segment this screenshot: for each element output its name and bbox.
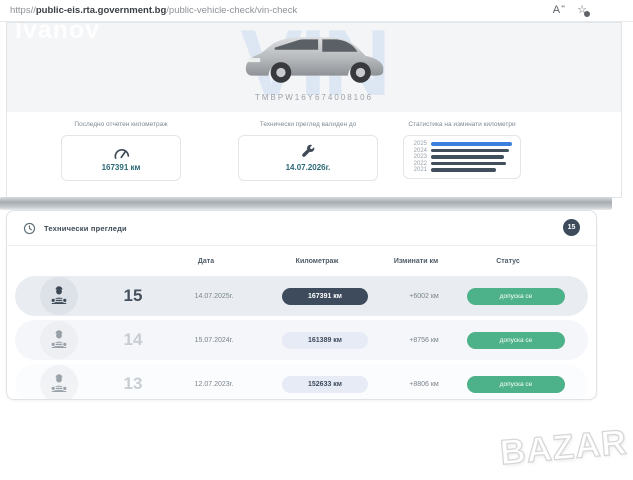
table-row[interactable]: 14 15.07.2024г. 161389 км +8756 км допус… [15, 320, 588, 360]
table-header-row: Дата Километраж Изминати км Статус [7, 246, 596, 276]
status-badge: допуска се [467, 376, 565, 393]
section-divider-band [0, 197, 612, 210]
bazar-watermark: BAZAR [498, 423, 628, 474]
table-row[interactable]: 15 14.07.2025г. 167391 км +6002 км допус… [15, 276, 588, 316]
clock-icon [23, 222, 36, 235]
chart-row: 2023 [412, 154, 512, 160]
inspection-count-badge: 15 [563, 219, 580, 236]
odometer-card: 167391 км [61, 135, 181, 181]
chart-bar [431, 149, 509, 153]
distance-value: +8806 км [391, 381, 457, 388]
read-aloud-icon[interactable]: A❜❜ [553, 4, 560, 17]
section-title: Технически прегледи [44, 224, 127, 233]
url-text[interactable]: https//public-eis.rta.government.bg/publ… [10, 5, 297, 16]
inspection-date: 12.07.2023г. [169, 381, 259, 388]
distance-value: +6002 км [391, 293, 457, 300]
chart-year-label: 2021 [412, 167, 427, 173]
status-badge: допуска се [467, 288, 565, 305]
mechanic-icon [47, 328, 71, 352]
table-row[interactable]: 13 12.07.2023г. 152633 км +8806 км допус… [15, 364, 588, 400]
seller-watermark: Ivanov [15, 23, 100, 45]
inspection-number: 13 [97, 374, 169, 394]
favorites-star-icon[interactable]: ☆ [577, 4, 587, 17]
mechanic-icon [47, 284, 71, 308]
speedometer-icon [112, 145, 131, 160]
chart-row: 2024 [412, 148, 512, 154]
column-header-odometer: Километраж [251, 258, 383, 265]
mechanic-icon [47, 372, 71, 396]
favorites-gear-badge [584, 11, 590, 17]
stat-label: Технически преглед валиден до [218, 121, 398, 128]
column-header-distance: Изминати км [383, 258, 449, 265]
chart-row: 2021 [412, 167, 512, 173]
car-image [230, 27, 398, 89]
browser-address-bar[interactable]: https//public-eis.rta.government.bg/publ… [0, 0, 633, 22]
odometer-value: 167391 км [102, 163, 141, 172]
url-domain: public-eis.rta.government.bg [36, 5, 166, 16]
odometer-pill: 167391 км [282, 288, 368, 305]
stat-cards-row: Последно отчетен километраж 167391 км Те… [7, 112, 621, 198]
chart-row: 2025 [412, 141, 512, 147]
odometer-pill: 161389 км [282, 332, 368, 349]
avatar [40, 277, 78, 315]
stat-label: Последно отчетен километраж [31, 121, 211, 128]
inspection-valid-date: 14.07.2026г. [286, 163, 331, 172]
inspection-number: 14 [97, 330, 169, 350]
stat-km-statistics: Статистика на изминати километри 2025 20… [372, 121, 552, 179]
chart-bar [431, 168, 496, 172]
chart-year-label: 2022 [412, 161, 427, 167]
inspections-panel: Технически прегледи 15 Дата Километраж И… [6, 210, 597, 400]
wrench-icon [300, 144, 316, 160]
chart-year-label: 2023 [412, 154, 427, 160]
odometer-pill: 152633 км [282, 376, 368, 393]
vehicle-hero-section: Ivanov VIN TMBPW16Y674008106 [7, 23, 621, 112]
status-badge: допуска се [467, 332, 565, 349]
km-statistics-chart: 2025 2024 2023 2022 2021 [403, 135, 521, 179]
chart-bar [431, 155, 504, 159]
inspection-card: 14.07.2026г. [238, 135, 378, 181]
inspection-number: 15 [97, 286, 169, 306]
column-header-date: Дата [161, 258, 251, 265]
distance-value: +8756 км [391, 337, 457, 344]
chart-year-label: 2025 [412, 141, 427, 147]
chart-year-label: 2024 [412, 148, 427, 154]
vehicle-summary-panel: Ivanov VIN TMBPW16Y674008106 Последно от… [6, 22, 622, 198]
inspection-date: 14.07.2025г. [169, 293, 259, 300]
avatar [40, 365, 78, 400]
vin-number: TMBPW16Y674008106 [7, 93, 621, 102]
chart-bar [431, 142, 512, 146]
stat-last-odometer: Последно отчетен километраж 167391 км [31, 121, 211, 181]
chart-row: 2022 [412, 161, 512, 167]
stat-label: Статистика на изминати километри [372, 121, 552, 128]
inspection-date: 15.07.2024г. [169, 337, 259, 344]
stat-inspection-valid: Технически преглед валиден до 14.07.2026… [218, 121, 398, 181]
column-header-status: Статус [449, 258, 567, 265]
avatar [40, 321, 78, 359]
inspections-header: Технически прегледи 15 [7, 211, 596, 245]
chart-bar [431, 162, 506, 166]
